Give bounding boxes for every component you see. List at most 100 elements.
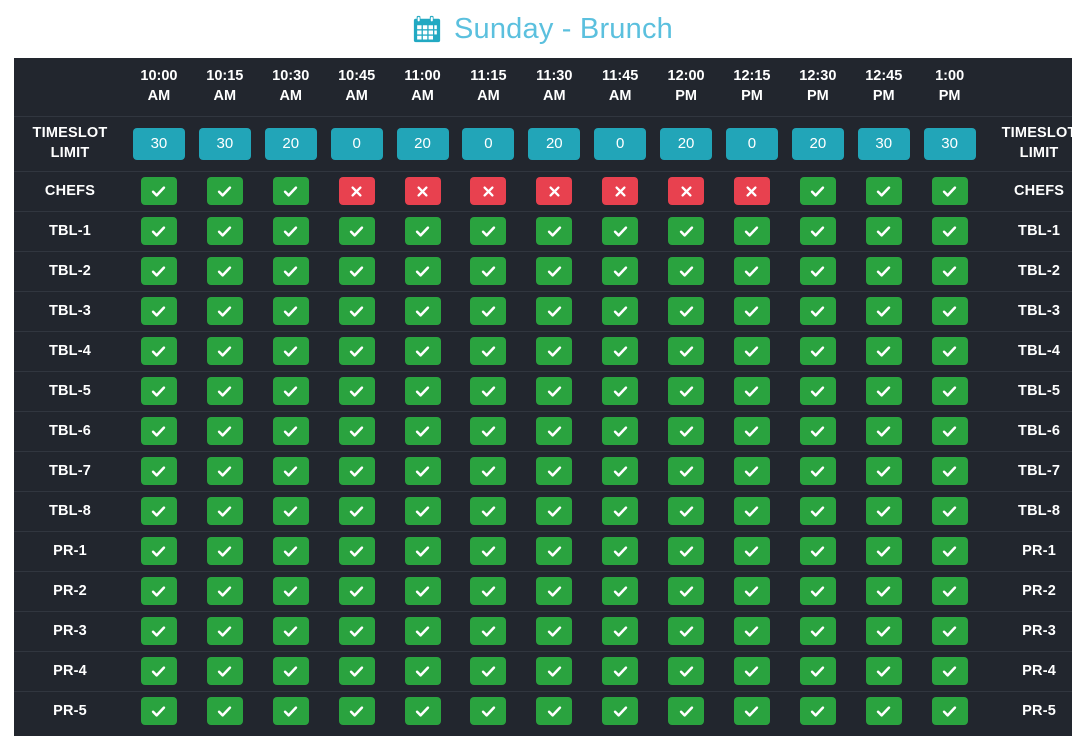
available-check-icon[interactable] [272,577,309,605]
available-check-icon[interactable] [668,617,705,645]
available-check-icon[interactable] [931,177,968,205]
available-check-icon[interactable] [140,497,177,525]
available-check-icon[interactable] [865,657,902,685]
unavailable-cross-icon[interactable] [404,177,441,205]
available-check-icon[interactable] [733,457,770,485]
available-check-icon[interactable] [931,497,968,525]
available-check-icon[interactable] [272,217,309,245]
available-check-icon[interactable] [140,177,177,205]
available-check-icon[interactable] [140,657,177,685]
available-check-icon[interactable] [470,697,507,726]
available-check-icon[interactable] [931,457,968,485]
available-check-icon[interactable] [404,457,441,485]
available-check-icon[interactable] [668,577,705,605]
available-check-icon[interactable] [536,257,573,285]
available-check-icon[interactable] [865,257,902,285]
available-check-icon[interactable] [865,497,902,525]
available-check-icon[interactable] [536,657,573,685]
available-check-icon[interactable] [206,697,243,726]
available-check-icon[interactable] [799,497,836,525]
available-check-icon[interactable] [338,577,375,605]
available-check-icon[interactable] [668,337,705,365]
available-check-icon[interactable] [602,617,639,645]
available-check-icon[interactable] [602,297,639,325]
available-check-icon[interactable] [272,297,309,325]
available-check-icon[interactable] [799,417,836,445]
available-check-icon[interactable] [536,617,573,645]
available-check-icon[interactable] [865,217,902,245]
available-check-icon[interactable] [668,457,705,485]
available-check-icon[interactable] [206,657,243,685]
available-check-icon[interactable] [602,377,639,405]
available-check-icon[interactable] [865,697,902,726]
available-check-icon[interactable] [206,497,243,525]
available-check-icon[interactable] [865,337,902,365]
available-check-icon[interactable] [536,577,573,605]
available-check-icon[interactable] [536,417,573,445]
available-check-icon[interactable] [470,457,507,485]
available-check-icon[interactable] [338,297,375,325]
available-check-icon[interactable] [470,537,507,565]
available-check-icon[interactable] [272,177,309,205]
available-check-icon[interactable] [733,657,770,685]
available-check-icon[interactable] [536,217,573,245]
available-check-icon[interactable] [272,337,309,365]
unavailable-cross-icon[interactable] [536,177,573,205]
available-check-icon[interactable] [140,577,177,605]
available-check-icon[interactable] [404,617,441,645]
available-check-icon[interactable] [140,617,177,645]
available-check-icon[interactable] [931,617,968,645]
available-check-icon[interactable] [272,537,309,565]
available-check-icon[interactable] [404,337,441,365]
available-check-icon[interactable] [931,577,968,605]
unavailable-cross-icon[interactable] [338,177,375,205]
available-check-icon[interactable] [140,377,177,405]
available-check-icon[interactable] [470,577,507,605]
available-check-icon[interactable] [602,537,639,565]
available-check-icon[interactable] [536,497,573,525]
timeslot-limit-value[interactable]: 0 [330,127,383,160]
available-check-icon[interactable] [536,297,573,325]
available-check-icon[interactable] [602,697,639,726]
available-check-icon[interactable] [470,297,507,325]
available-check-icon[interactable] [733,697,770,726]
available-check-icon[interactable] [865,417,902,445]
available-check-icon[interactable] [272,457,309,485]
available-check-icon[interactable] [338,457,375,485]
timeslot-limit-value[interactable]: 30 [132,127,185,160]
available-check-icon[interactable] [404,497,441,525]
available-check-icon[interactable] [272,657,309,685]
available-check-icon[interactable] [668,537,705,565]
available-check-icon[interactable] [206,337,243,365]
available-check-icon[interactable] [470,657,507,685]
available-check-icon[interactable] [338,697,375,726]
available-check-icon[interactable] [470,337,507,365]
available-check-icon[interactable] [536,337,573,365]
available-check-icon[interactable] [470,257,507,285]
timeslot-limit-value[interactable]: 20 [791,127,844,160]
available-check-icon[interactable] [602,257,639,285]
available-check-icon[interactable] [733,617,770,645]
available-check-icon[interactable] [602,217,639,245]
available-check-icon[interactable] [931,257,968,285]
available-check-icon[interactable] [404,577,441,605]
available-check-icon[interactable] [799,377,836,405]
available-check-icon[interactable] [865,377,902,405]
available-check-icon[interactable] [338,217,375,245]
available-check-icon[interactable] [206,177,243,205]
available-check-icon[interactable] [338,337,375,365]
available-check-icon[interactable] [799,257,836,285]
available-check-icon[interactable] [865,297,902,325]
available-check-icon[interactable] [799,337,836,365]
available-check-icon[interactable] [536,377,573,405]
available-check-icon[interactable] [272,417,309,445]
available-check-icon[interactable] [865,577,902,605]
available-check-icon[interactable] [470,377,507,405]
available-check-icon[interactable] [206,537,243,565]
available-check-icon[interactable] [668,217,705,245]
available-check-icon[interactable] [470,497,507,525]
timeslot-limit-value[interactable]: 20 [264,127,317,160]
available-check-icon[interactable] [206,457,243,485]
available-check-icon[interactable] [272,377,309,405]
available-check-icon[interactable] [799,457,836,485]
